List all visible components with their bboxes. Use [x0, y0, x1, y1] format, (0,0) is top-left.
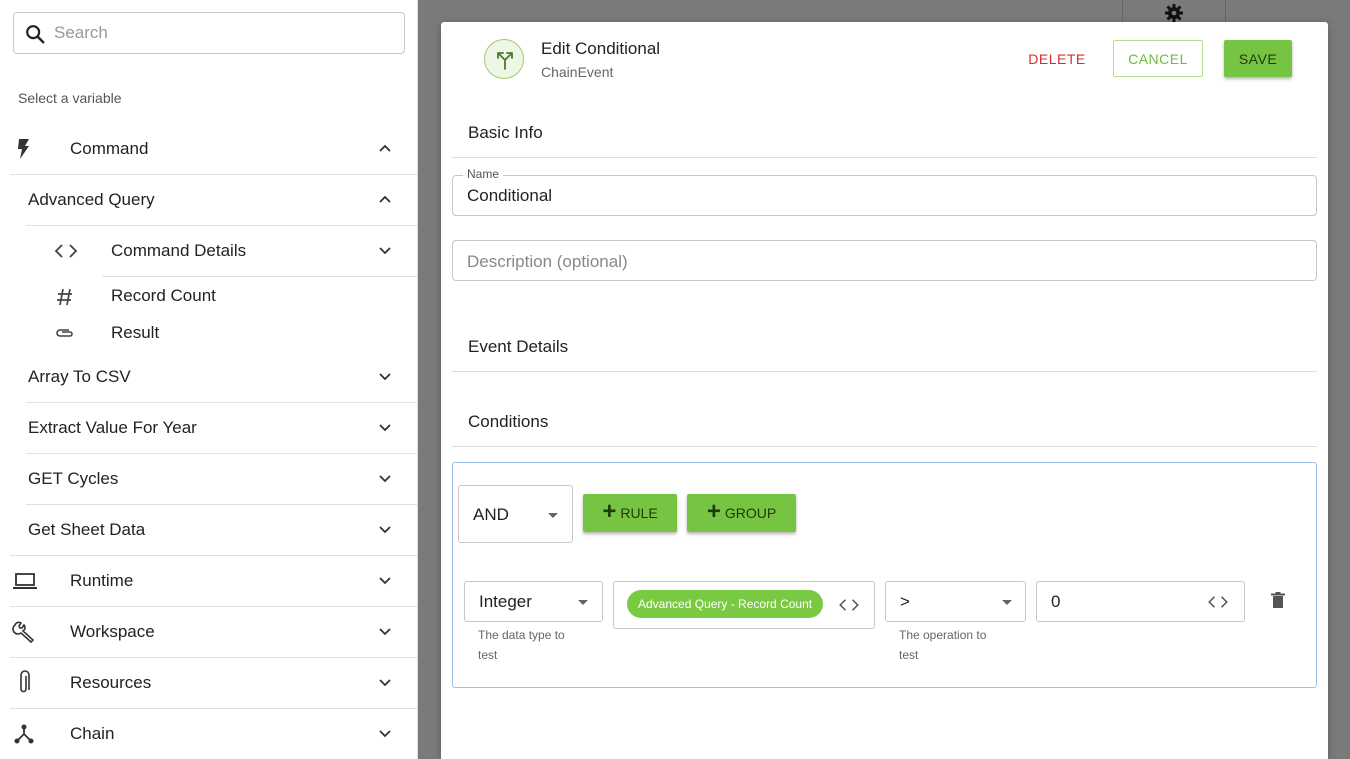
sidebar-item-label: Extract Value For Year — [28, 418, 197, 437]
settings-tab[interactable] — [1122, 0, 1226, 22]
add-group-button[interactable]: + GROUP — [687, 494, 796, 532]
chevron-down-icon[interactable] — [378, 423, 392, 433]
divider — [10, 555, 417, 556]
search-input[interactable] — [54, 21, 394, 45]
divider — [26, 402, 417, 403]
condition-group: AND + RULE + GROUP Integer The data type t… — [452, 462, 1317, 688]
divider — [26, 453, 417, 454]
edit-conditional-dialog: Edit Conditional ChainEvent DELETE CANCE… — [441, 22, 1328, 759]
variable-sidebar: Select a variable Command Advanced Query… — [0, 0, 418, 759]
caret-down-icon — [548, 513, 558, 518]
chevron-down-icon[interactable] — [378, 246, 392, 256]
group-operator-select[interactable]: AND — [458, 485, 573, 543]
code-icon — [54, 244, 78, 258]
divider — [10, 606, 417, 607]
divider — [10, 174, 417, 175]
sidebar-item-label: Command Details — [111, 241, 247, 260]
sidebar-item-label: Record Count — [111, 286, 216, 305]
divider — [26, 504, 417, 505]
description-placeholder: Description (optional) — [467, 252, 628, 271]
data-type-select[interactable]: Integer — [464, 581, 603, 622]
chevron-up-icon[interactable] — [378, 143, 392, 153]
section-conditions[interactable]: Conditions — [468, 412, 548, 432]
divider — [102, 276, 417, 277]
plus-icon: + — [602, 498, 617, 525]
chevron-down-icon[interactable] — [378, 576, 392, 586]
paperclip-icon — [20, 670, 30, 693]
divider — [452, 157, 1317, 158]
dialog-title: Edit Conditional — [541, 39, 661, 58]
chevron-down-icon[interactable] — [378, 474, 392, 484]
variable-field[interactable]: Advanced Query - Record Count — [613, 581, 875, 629]
wrench-icon — [12, 621, 35, 644]
gear-icon — [1165, 4, 1183, 22]
delete-button[interactable]: DELETE — [1024, 40, 1090, 77]
chevron-down-icon[interactable] — [378, 372, 392, 382]
sidebar-item-label: Chain — [70, 724, 115, 743]
sidebar-item-label: Array To CSV — [28, 367, 131, 386]
hash-icon — [57, 288, 72, 306]
chevron-down-icon[interactable] — [378, 627, 392, 637]
operator-value: > — [900, 592, 910, 611]
chevron-down-icon[interactable] — [378, 525, 392, 535]
data-type-value: Integer — [479, 592, 532, 611]
sidebar-item-label: Workspace — [70, 622, 155, 641]
dialog-subtitle: ChainEvent — [541, 64, 614, 80]
name-value: Conditional — [467, 186, 553, 205]
section-event-details[interactable]: Event Details — [468, 337, 568, 357]
name-field[interactable]: Name Conditional — [452, 167, 1317, 216]
sidebar-item-label: Resources — [70, 673, 152, 692]
chain-icon — [14, 724, 34, 744]
sidebar-item-label: Runtime — [70, 571, 134, 590]
trash-icon[interactable] — [1271, 592, 1285, 609]
cancel-button[interactable]: CANCEL — [1113, 40, 1203, 77]
divider — [452, 446, 1317, 447]
divider — [10, 708, 417, 709]
search-icon — [26, 25, 45, 44]
bolt-icon — [18, 139, 29, 159]
code-icon[interactable] — [1207, 595, 1229, 609]
group-operator-value: AND — [473, 505, 509, 524]
divider — [452, 371, 1317, 372]
operator-select[interactable]: > — [885, 581, 1026, 622]
description-field[interactable]: Description (optional) — [452, 240, 1317, 281]
caret-down-icon — [578, 600, 588, 605]
sidebar-item-label: Get Sheet Data — [28, 520, 146, 539]
operator-helper: The operation to test — [899, 628, 987, 662]
add-rule-button[interactable]: + RULE — [583, 494, 677, 532]
divider — [10, 657, 417, 658]
chevron-down-icon[interactable] — [378, 678, 392, 688]
plus-icon: + — [706, 498, 721, 525]
value-field[interactable]: 0 — [1036, 581, 1245, 622]
save-button[interactable]: SAVE — [1224, 40, 1292, 77]
sidebar-item-label: Advanced Query — [28, 190, 155, 209]
section-basic-info[interactable]: Basic Info — [468, 123, 543, 143]
data-type-helper: The data type to test — [478, 628, 565, 662]
select-variable-label: Select a variable — [18, 90, 122, 106]
variable-chip[interactable]: Advanced Query - Record Count — [627, 590, 824, 618]
sidebar-item-label: GET Cycles — [28, 469, 119, 488]
chevron-down-icon[interactable] — [378, 729, 392, 739]
chevron-up-icon[interactable] — [378, 194, 392, 204]
code-icon[interactable] — [838, 598, 860, 612]
value-text: 0 — [1051, 592, 1061, 611]
name-label: Name — [463, 167, 504, 181]
conditional-icon — [484, 39, 524, 79]
laptop-icon — [13, 573, 37, 589]
divider — [26, 225, 417, 226]
caret-down-icon — [1002, 600, 1012, 605]
sidebar-item-label: Result — [111, 323, 160, 342]
sidebar-item-label: Command — [70, 139, 149, 158]
search-box[interactable] — [13, 12, 405, 54]
attachment-icon — [56, 329, 73, 337]
